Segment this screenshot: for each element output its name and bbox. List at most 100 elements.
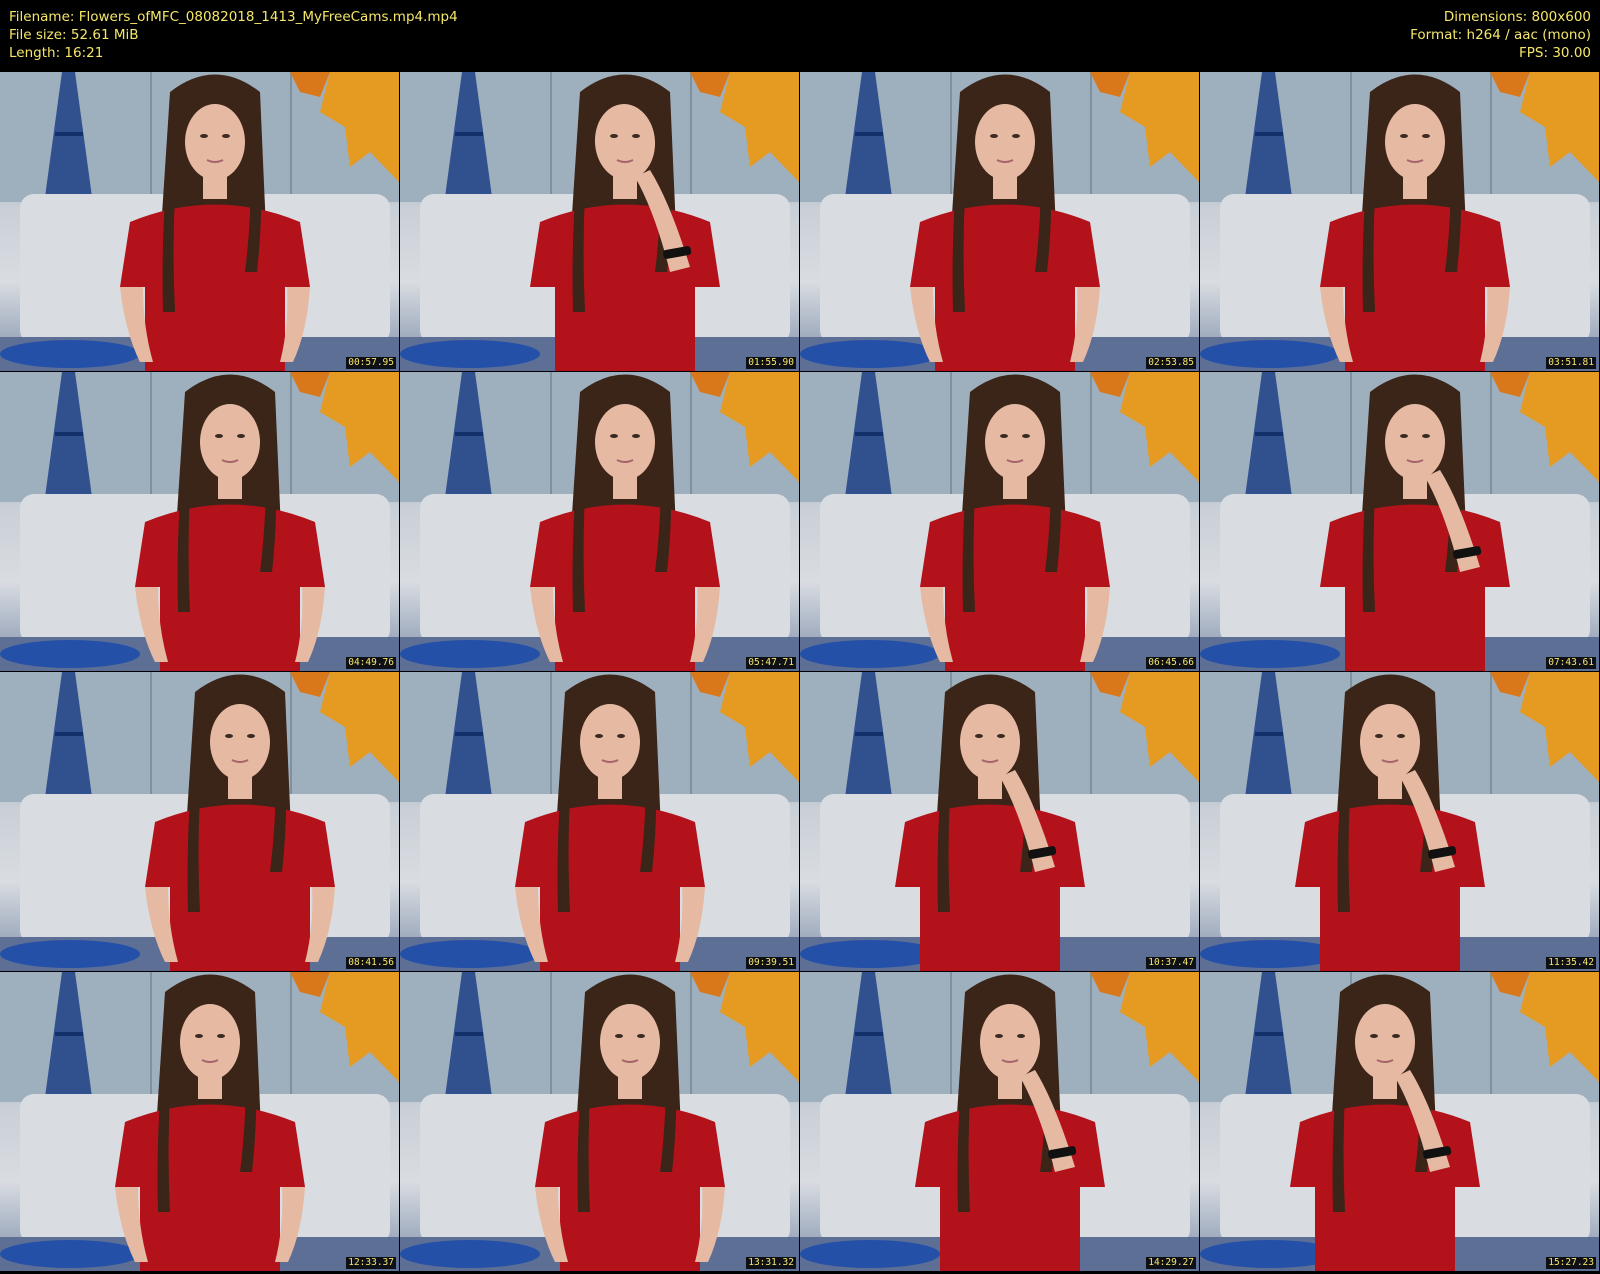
eye — [247, 734, 255, 738]
timestamp-label: 05:47.71 — [746, 657, 796, 669]
timestamp-label: 07:43.61 — [1546, 657, 1596, 669]
thumbnail-scene — [0, 972, 399, 1271]
face — [180, 1004, 240, 1080]
timestamp-label: 08:41.56 — [346, 957, 396, 969]
filesize-text: File size: 52.61 MiB — [9, 27, 139, 43]
wall-seam — [690, 372, 692, 502]
blue-blanket — [400, 940, 540, 968]
video-thumbnail: 11:35.42 — [1200, 672, 1599, 971]
thumbnail-scene — [1200, 672, 1599, 971]
video-thumbnail: 07:43.61 — [1200, 372, 1599, 671]
video-thumbnail: 15:27.23 — [1200, 972, 1599, 1271]
thumbnail-scene — [800, 372, 1199, 671]
tower-deck — [55, 132, 83, 136]
wall-seam — [290, 672, 292, 802]
face — [1385, 104, 1445, 180]
video-thumbnail: 10:37.47 — [800, 672, 1199, 971]
eye — [632, 434, 640, 438]
wall-seam — [550, 972, 552, 1102]
info-header: Filename: Flowers_ofMFC_08082018_1413_My… — [0, 0, 1600, 72]
thumbnail-scene — [1200, 972, 1599, 1271]
timestamp-label: 03:51.81 — [1546, 357, 1596, 369]
tower-deck — [855, 132, 883, 136]
video-thumbnail: 03:51.81 — [1200, 72, 1599, 371]
thumbnail-scene — [400, 972, 799, 1271]
tower-deck — [455, 732, 483, 736]
video-thumbnail: 12:33.37 — [0, 972, 399, 1271]
eye — [215, 434, 223, 438]
face — [985, 404, 1045, 480]
thumbnail-scene — [800, 72, 1199, 371]
tower-deck — [55, 432, 83, 436]
blue-blanket — [800, 340, 940, 368]
face — [960, 704, 1020, 780]
eye — [217, 1034, 225, 1038]
tower-deck — [855, 1032, 883, 1036]
timestamp-label: 00:57.95 — [346, 357, 396, 369]
face — [595, 404, 655, 480]
video-thumbnail: 13:31.32 — [400, 972, 799, 1271]
wall-seam — [1490, 72, 1492, 202]
wall-seam — [1490, 972, 1492, 1102]
video-thumbnail: 00:57.95 — [0, 72, 399, 371]
eye — [1000, 434, 1008, 438]
thumbnail-scene — [0, 672, 399, 971]
tower-deck — [455, 1032, 483, 1036]
wall-seam — [150, 372, 152, 502]
eye — [1012, 134, 1020, 138]
blue-blanket — [0, 940, 140, 968]
video-thumbnail: 06:45.66 — [800, 372, 1199, 671]
wall-seam — [1350, 72, 1352, 202]
thumbnail-scene — [400, 372, 799, 671]
eye — [632, 134, 640, 138]
eye — [595, 734, 603, 738]
eye — [195, 1034, 203, 1038]
red-shirt — [1295, 804, 1485, 971]
thumbnail-scene — [400, 672, 799, 971]
stream-info: Dimensions: 800x600 Format: h264 / aac (… — [1410, 8, 1591, 62]
eye — [617, 734, 625, 738]
wall-seam — [550, 72, 552, 202]
eye — [1422, 134, 1430, 138]
eye — [1392, 1034, 1400, 1038]
dimensions-text: Dimensions: 800x600 — [1443, 9, 1591, 25]
eye — [1022, 434, 1030, 438]
eye — [995, 1034, 1003, 1038]
face — [1355, 1004, 1415, 1080]
thumbnail-scene — [1200, 72, 1599, 371]
thumbnail-scene — [0, 72, 399, 371]
timestamp-label: 15:27.23 — [1546, 1257, 1596, 1269]
wall-seam — [150, 672, 152, 802]
blue-blanket — [0, 1240, 140, 1268]
face — [600, 1004, 660, 1080]
video-thumbnail: 02:53.85 — [800, 72, 1199, 371]
thumbnail-scene — [400, 72, 799, 371]
timestamp-label: 04:49.76 — [346, 657, 396, 669]
face — [1360, 704, 1420, 780]
timestamp-label: 09:39.51 — [746, 957, 796, 969]
wall-seam — [1090, 972, 1092, 1102]
eye — [222, 134, 230, 138]
wall-seam — [1350, 372, 1352, 502]
wall-seam — [1090, 372, 1092, 502]
eye — [997, 734, 1005, 738]
tower-deck — [1255, 132, 1283, 136]
eye — [1375, 734, 1383, 738]
length-text: Length: 16:21 — [9, 45, 104, 61]
wall-seam — [950, 972, 952, 1102]
red-shirt — [915, 1104, 1105, 1271]
wall-seam — [1090, 72, 1092, 202]
tower-deck — [455, 132, 483, 136]
eye — [1017, 1034, 1025, 1038]
wall-seam — [1490, 372, 1492, 502]
blue-blanket — [800, 1240, 940, 1268]
fps-text: FPS: 30.00 — [1519, 45, 1591, 61]
blue-blanket — [1200, 640, 1340, 668]
video-thumbnail: 08:41.56 — [0, 672, 399, 971]
timestamp-label: 06:45.66 — [1146, 657, 1196, 669]
eye — [637, 1034, 645, 1038]
face — [210, 704, 270, 780]
wall-seam — [1090, 672, 1092, 802]
eye — [1397, 734, 1405, 738]
video-thumbnail: 01:55.90 — [400, 72, 799, 371]
